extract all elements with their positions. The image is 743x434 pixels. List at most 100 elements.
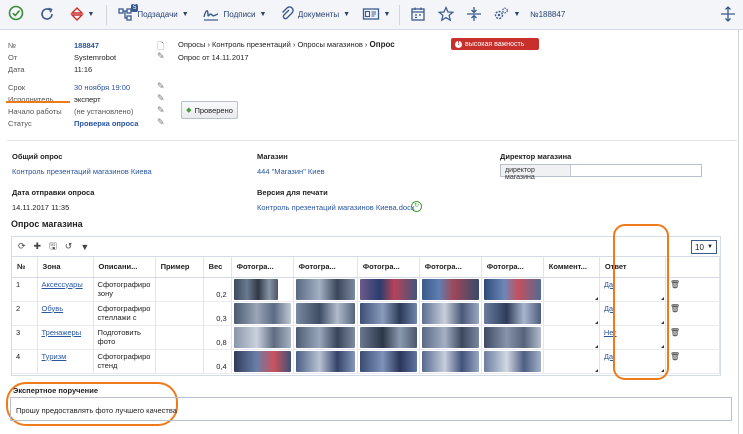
photo-thumbnail[interactable] <box>233 278 278 300</box>
comment-cell[interactable] <box>543 349 600 374</box>
photo-cell[interactable] <box>481 301 544 326</box>
subtasks-menu-button[interactable]: 5 Подзадачи ▼ <box>111 0 195 30</box>
photo-cell[interactable] <box>481 349 544 374</box>
answer-link[interactable]: Да <box>604 304 613 313</box>
approve-button[interactable] <box>0 0 32 30</box>
general-survey-link[interactable]: Контроль презентаций магазинов Киева <box>12 167 152 176</box>
documents-label: Документы <box>297 10 340 19</box>
photo-thumbnail[interactable] <box>295 350 355 372</box>
refresh-button[interactable] <box>32 0 62 30</box>
photo-thumbnail[interactable] <box>233 350 291 372</box>
edit-pencil-icon[interactable]: ✎ <box>157 93 165 104</box>
photo-cell[interactable] <box>419 277 482 302</box>
photo-cell[interactable] <box>357 349 420 374</box>
photo-cell[interactable] <box>231 277 294 302</box>
column-header[interactable]: Коммент... <box>543 257 600 278</box>
column-header[interactable]: Зона <box>37 257 94 278</box>
photo-thumbnail[interactable] <box>233 326 291 348</box>
photo-cell[interactable] <box>357 277 420 302</box>
column-header[interactable]: Пример <box>155 257 204 278</box>
photo-cell[interactable] <box>481 325 544 350</box>
photo-cell[interactable] <box>231 325 294 350</box>
photo-cell[interactable] <box>481 277 544 302</box>
edit-pencil-icon[interactable]: ✎ <box>157 105 165 116</box>
photo-thumbnail[interactable] <box>295 278 355 300</box>
column-header[interactable]: № <box>12 257 38 278</box>
settings-menu-button[interactable]: ▼ <box>488 0 524 30</box>
photo-cell[interactable] <box>419 325 482 350</box>
photo-cell[interactable] <box>357 301 420 326</box>
photo-cell[interactable] <box>231 301 294 326</box>
column-header[interactable]: Фотогра... <box>293 257 358 278</box>
photo-thumbnail[interactable] <box>421 326 479 348</box>
collapse-button[interactable] <box>460 0 488 30</box>
photo-cell[interactable] <box>419 349 482 374</box>
zone-link[interactable]: Туризм <box>42 352 67 361</box>
calendar-button[interactable] <box>404 0 432 30</box>
zone-link[interactable]: Аксессуары <box>42 280 83 289</box>
zone-link[interactable]: Тренажеры <box>42 328 82 337</box>
page-size-select[interactable]: 10 ▼ <box>691 240 717 254</box>
photo-thumbnail[interactable] <box>359 278 417 300</box>
comment-cell[interactable] <box>543 325 600 350</box>
edit-pencil-icon[interactable]: ✎ <box>157 117 165 128</box>
store-link[interactable]: 444 "Магазин" Киев <box>257 167 325 176</box>
photo-thumbnail[interactable] <box>483 350 541 372</box>
edit-pencil-icon[interactable]: ✎ <box>157 81 165 92</box>
trash-icon[interactable]: 🗑 <box>670 352 680 361</box>
expand-button[interactable] <box>713 0 743 30</box>
photo-thumbnail[interactable] <box>483 278 541 300</box>
deadline-value[interactable]: 30 ноября 19:00 <box>74 83 130 92</box>
photo-thumbnail[interactable] <box>421 350 479 372</box>
photo-thumbnail[interactable] <box>483 302 541 324</box>
comment-cell[interactable] <box>543 277 600 302</box>
trash-icon[interactable]: 🗑 <box>670 280 680 289</box>
photo-cell[interactable] <box>293 301 358 326</box>
filter-icon[interactable]: ▼ <box>80 242 89 252</box>
photo-thumbnail[interactable] <box>233 302 291 324</box>
photo-thumbnail[interactable] <box>359 302 417 324</box>
photo-thumbnail[interactable] <box>421 278 479 300</box>
breadcrumb-path[interactable]: Опросы › Контроль презентаций › Опросы м… <box>178 40 367 49</box>
director-field[interactable]: директор магазина <box>500 164 702 181</box>
trash-icon[interactable]: 🗑 <box>670 304 680 313</box>
photo-thumbnail[interactable] <box>483 326 541 348</box>
documents-menu-button[interactable]: Документы ▼ <box>273 0 357 30</box>
answer-link[interactable]: Да <box>604 352 613 361</box>
column-header[interactable]: Вес <box>203 257 232 278</box>
zone-link[interactable]: Обувь <box>42 304 64 313</box>
column-header[interactable]: Фотогра... <box>231 257 294 278</box>
save-icon[interactable]: 🖫 <box>49 239 57 255</box>
add-icon[interactable]: ✚ <box>34 241 42 252</box>
undo-icon[interactable]: ↺ <box>65 241 73 252</box>
expert-textarea[interactable]: Прошу предоставлять фото лучшего качеств… <box>10 397 732 421</box>
photo-cell[interactable] <box>231 349 294 374</box>
edit-pencil-icon[interactable]: ✎ <box>157 51 165 62</box>
priority-menu-button[interactable]: ▼ <box>62 0 102 30</box>
column-header[interactable]: Фотогра... <box>481 257 544 278</box>
print-version-link[interactable]: Контроль презентаций магазинов Киева.doc… <box>257 203 415 212</box>
status-value[interactable]: Проверка опроса <box>74 119 138 128</box>
photo-thumbnail[interactable] <box>295 302 355 324</box>
photo-cell[interactable] <box>293 325 358 350</box>
photo-thumbnail[interactable] <box>359 350 417 372</box>
photo-cell[interactable] <box>293 349 358 374</box>
favorite-button[interactable] <box>432 0 460 30</box>
photo-cell[interactable] <box>357 325 420 350</box>
photo-thumbnail[interactable] <box>421 302 479 324</box>
column-header[interactable]: Фотогра... <box>357 257 420 278</box>
refresh-icon[interactable]: ⟳ <box>18 241 26 252</box>
answer-link[interactable]: Да <box>604 280 613 289</box>
card-view-button[interactable]: ▼ <box>357 0 395 30</box>
refresh-document-icon[interactable]: ↻ <box>411 201 422 212</box>
photo-cell[interactable] <box>293 277 358 302</box>
photo-thumbnail[interactable] <box>359 326 417 348</box>
trash-icon[interactable]: 🗑 <box>670 328 680 337</box>
checked-button[interactable]: ◆ Проверено <box>181 101 238 119</box>
comment-cell[interactable] <box>543 301 600 326</box>
photo-cell[interactable] <box>419 301 482 326</box>
photo-thumbnail[interactable] <box>295 326 355 348</box>
signatures-menu-button[interactable]: Подписи ▼ <box>195 0 273 30</box>
column-header[interactable]: Фотогра... <box>419 257 482 278</box>
column-header[interactable]: Описани... <box>93 257 156 278</box>
